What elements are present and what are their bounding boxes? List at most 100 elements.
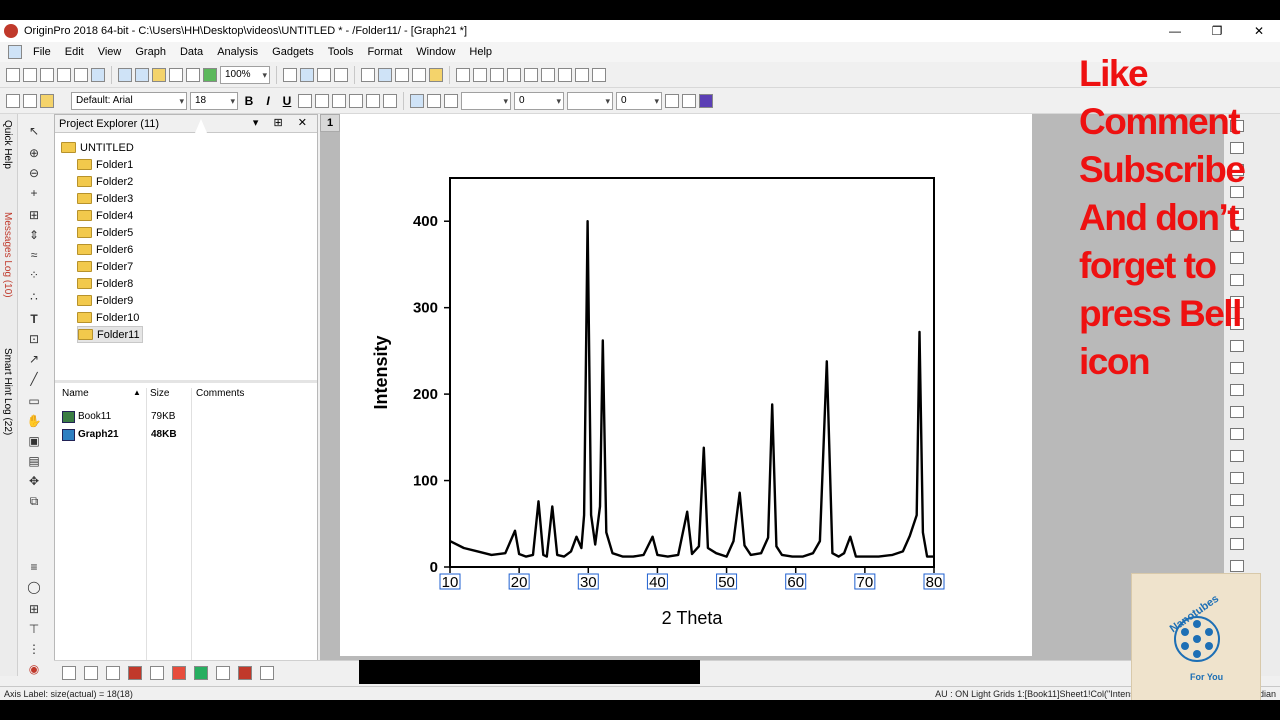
menu-format[interactable]: Format (360, 46, 409, 58)
copy-icon[interactable] (23, 93, 37, 108)
menu-graph[interactable]: Graph (128, 46, 173, 58)
save-template-icon[interactable] (186, 67, 200, 82)
z-axis-icon[interactable] (592, 67, 606, 82)
new-function-icon[interactable] (74, 67, 88, 82)
menu-window[interactable]: Window (409, 46, 462, 58)
command-window-icon[interactable] (395, 67, 409, 82)
zoom-select[interactable]: 100% (220, 65, 270, 84)
open-folder-icon[interactable] (152, 67, 166, 82)
data-reader-icon[interactable]: ⊞ (26, 208, 42, 222)
y-axis-icon[interactable] (575, 67, 589, 82)
tree-folder[interactable]: Folder4 (77, 207, 133, 224)
text-tool-icon[interactable]: T (26, 312, 42, 326)
align-icon[interactable] (366, 93, 380, 108)
contour-icon[interactable] (260, 665, 274, 680)
minimize-button[interactable]: — (1154, 20, 1196, 42)
zoom-in-icon[interactable]: ⊕ (26, 146, 42, 160)
export-icon[interactable] (300, 67, 314, 82)
screen-reader-icon[interactable]: + (26, 186, 42, 200)
multi-panel-icon[interactable] (150, 665, 164, 680)
line-symbol-icon[interactable] (106, 665, 120, 680)
save-project-icon[interactable] (169, 67, 183, 82)
pointer-icon[interactable]: ↖ (26, 124, 42, 138)
add-layer-icon[interactable]: ⊤ (26, 622, 42, 636)
sort-icon[interactable] (473, 67, 487, 82)
right-tool-icon[interactable] (1230, 494, 1244, 506)
right-tool-icon[interactable] (1230, 472, 1244, 484)
scale-icon[interactable]: ≈ (26, 248, 42, 262)
quick-help-tab[interactable]: Quick Help (2, 120, 13, 169)
circle-tool-icon[interactable]: ◯ (26, 580, 42, 594)
tree-folder[interactable]: Folder2 (77, 173, 133, 190)
italic-button[interactable]: I (260, 94, 276, 108)
tree-folder[interactable]: Folder6 (77, 241, 133, 258)
smart-hint-log-tab[interactable]: Smart Hint Log (22) (2, 348, 13, 435)
record-icon[interactable]: ◉ (26, 662, 42, 676)
results-log-icon[interactable] (378, 67, 392, 82)
layer-1-tab[interactable]: 1 (320, 114, 340, 132)
tree-folder[interactable]: Folder1 (77, 156, 133, 173)
merge-icon[interactable] (699, 93, 713, 108)
line-plot-icon[interactable] (62, 665, 76, 680)
fill-color-icon[interactable] (410, 93, 424, 108)
symbol-select[interactable] (567, 91, 613, 110)
duplicate-icon[interactable] (334, 67, 348, 82)
tree-folder[interactable]: Folder3 (77, 190, 133, 207)
region-tool-icon[interactable]: ▣ (26, 434, 42, 448)
column-comments[interactable]: Comments (196, 388, 244, 399)
refresh-icon[interactable] (317, 67, 331, 82)
column-name[interactable]: Name (62, 388, 89, 399)
hand-tool-icon[interactable]: ✋ (26, 414, 42, 428)
move-tool-icon[interactable]: ✥ (26, 474, 42, 488)
line-tool-icon[interactable]: ╱ (26, 372, 42, 386)
filter-icon[interactable] (541, 67, 555, 82)
layer-icon[interactable] (665, 93, 679, 108)
code-builder-icon[interactable] (361, 67, 375, 82)
open-template-icon[interactable] (135, 67, 149, 82)
stacked-icon[interactable] (172, 665, 186, 680)
project-explorer-icon[interactable] (412, 67, 426, 82)
menu-edit[interactable]: Edit (58, 46, 91, 58)
layer-info-icon[interactable]: ⋮ (26, 642, 42, 656)
plot-setup-icon[interactable]: ⊞ (26, 602, 42, 616)
tree-folder[interactable]: Folder11 (77, 326, 143, 343)
mask-icon[interactable]: ∴ (26, 290, 42, 304)
line-style-select[interactable] (461, 91, 511, 110)
stats-icon[interactable] (490, 67, 504, 82)
underline-button[interactable]: U (279, 94, 295, 108)
font-color-icon[interactable] (383, 93, 397, 108)
superscript-icon[interactable] (298, 93, 312, 108)
x-axis-icon[interactable] (558, 67, 572, 82)
pattern-icon[interactable] (427, 93, 441, 108)
right-tool-icon[interactable] (1230, 560, 1244, 572)
bold-button[interactable]: B (241, 94, 257, 108)
column-plot-icon[interactable] (128, 665, 142, 680)
area-plot-icon[interactable] (194, 665, 208, 680)
new-project-icon[interactable] (6, 67, 20, 82)
tree-folder[interactable]: Folder8 (77, 275, 133, 292)
tree-folder[interactable]: Folder5 (77, 224, 133, 241)
right-tool-icon[interactable] (1230, 428, 1244, 440)
recalculate-icon[interactable] (203, 67, 217, 82)
insert-graph-icon[interactable]: ▤ (26, 454, 42, 468)
greek-icon[interactable] (332, 93, 346, 108)
new-layout-icon[interactable] (91, 67, 105, 82)
messages-log-tab[interactable]: Messages Log (10) (2, 212, 13, 298)
new-graph-icon[interactable] (40, 67, 54, 82)
apps-icon[interactable] (429, 67, 443, 82)
column-chart-icon[interactable] (507, 67, 521, 82)
right-tool-icon[interactable] (1230, 538, 1244, 550)
zoom-out-icon[interactable]: ⊖ (26, 166, 42, 180)
cut-icon[interactable] (6, 93, 20, 108)
arrow-tool-icon[interactable]: ↗ (26, 352, 42, 366)
new-matrix-icon[interactable] (57, 67, 71, 82)
sum-icon[interactable] (456, 67, 470, 82)
tree-root[interactable]: UNTITLED (61, 139, 134, 156)
menu-data[interactable]: Data (173, 46, 210, 58)
open-icon[interactable] (118, 67, 132, 82)
font-select[interactable]: Default: Arial (71, 91, 187, 110)
menu-view[interactable]: View (91, 46, 129, 58)
right-tool-icon[interactable] (1230, 406, 1244, 418)
right-tool-icon[interactable] (1230, 516, 1244, 528)
tree-folder[interactable]: Folder10 (77, 309, 139, 326)
